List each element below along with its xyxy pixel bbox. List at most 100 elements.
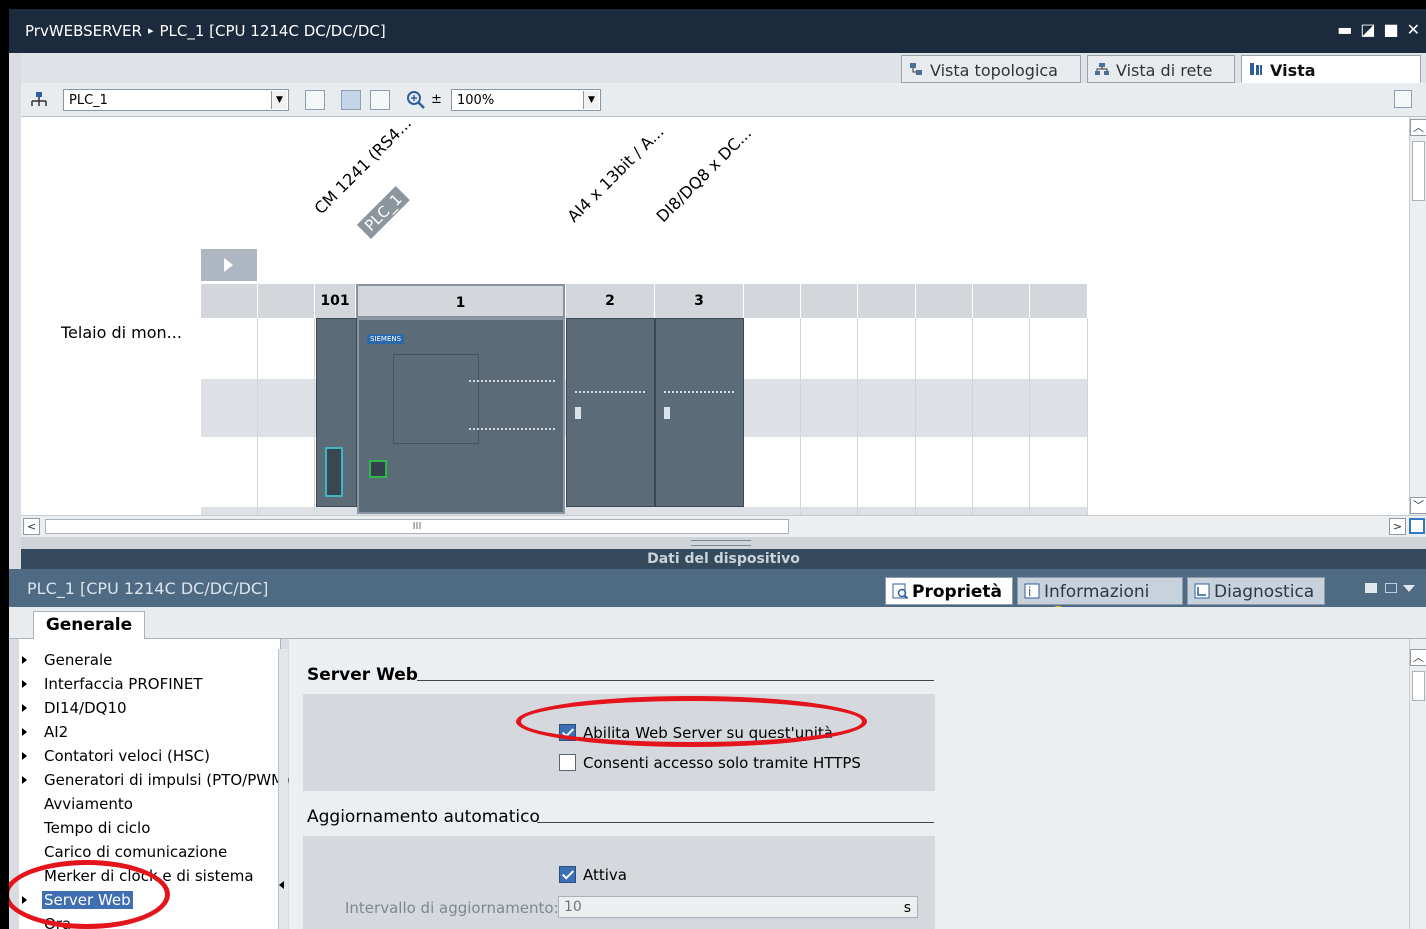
tab-topology-view[interactable]: Vista topologica (901, 55, 1081, 83)
expand-arrow-icon[interactable] (22, 680, 27, 688)
close-button[interactable]: ✕ (1407, 20, 1420, 39)
update-interval-value: 10 (564, 899, 582, 915)
scroll-up-icon[interactable]: ︿ (1410, 649, 1426, 666)
scroll-thumb[interactable]: III (45, 519, 789, 534)
highlight-ring-server-web-nav (9, 860, 170, 929)
section-divider (417, 680, 934, 681)
show-tags-icon[interactable] (341, 90, 361, 110)
rack-slot-header-3: 3 (655, 284, 744, 318)
sm1231-ai4-module[interactable] (566, 318, 655, 507)
rack-slot-header (858, 284, 916, 318)
tia-portal-window: PrvWEBSERVER ▸ PLC_1 [CPU 1214C DC/DC/DC] … (9, 9, 1426, 929)
auto-update-active-label[interactable]: Attiva (583, 866, 627, 884)
scroll-left-icon[interactable]: < (23, 518, 40, 535)
zoom-select[interactable]: 100% ▼ (451, 89, 601, 111)
rack-slot[interactable] (744, 318, 801, 515)
tab-general[interactable]: Generale (33, 611, 145, 639)
ethernet-port-icon (369, 460, 387, 478)
properties-vertical-scrollbar[interactable]: ︿ (1409, 639, 1426, 929)
splitter-grip[interactable] (691, 540, 751, 546)
https-only-label[interactable]: Consenti accesso solo tramite HTTPS (583, 754, 861, 772)
panel-splitter[interactable] (21, 537, 1426, 549)
update-interval-label: Intervallo di aggiornamento: (345, 899, 559, 917)
scroll-thumb[interactable] (1412, 671, 1425, 701)
https-only-checkbox[interactable] (559, 754, 576, 771)
rack-slot[interactable] (1030, 318, 1088, 515)
expand-arrow-icon[interactable] (22, 776, 27, 784)
update-interval-unit: s (903, 900, 911, 916)
serial-port-icon (325, 447, 343, 497)
float-button[interactable]: ◪ (1360, 20, 1375, 39)
maximize-button[interactable]: ■ (1383, 20, 1398, 39)
tab-device-view[interactable]: Vista dispositivi (1241, 55, 1421, 99)
nav-tree-scrollbar[interactable] (278, 649, 288, 929)
tab-properties[interactable]: Proprietà (885, 577, 1013, 605)
rack-slot[interactable] (916, 318, 973, 515)
rack-slot-header (744, 284, 801, 318)
plc-name-tag[interactable]: PLC_1 (356, 186, 410, 239)
rack-label: Telaio di mon... (61, 323, 182, 342)
float-panel-icon[interactable] (1365, 583, 1377, 593)
module-titles-icon[interactable] (305, 90, 325, 110)
rack-slot-header (1030, 284, 1088, 318)
zoom-step-icon[interactable]: ± (431, 92, 442, 107)
rack-slot[interactable] (201, 318, 258, 515)
rack-slot-header (258, 284, 315, 318)
rack-slot-header (973, 284, 1030, 318)
rack-slot[interactable] (258, 318, 315, 515)
device-data-bar[interactable]: Dati del dispositivo (21, 549, 1426, 569)
window-title: PrvWEBSERVER ▸ PLC_1 [CPU 1214C DC/DC/DC] (25, 22, 386, 40)
scroll-down-icon[interactable]: ﹀ (1410, 497, 1426, 514)
device-select[interactable]: PLC_1 ▼ (63, 89, 289, 111)
expand-arrow-icon[interactable] (22, 728, 27, 736)
tab-label: Vista topologica (930, 61, 1058, 80)
grid-icon[interactable] (370, 90, 390, 110)
module-label-di8dq8[interactable]: DI8/DQ8 x DC... (653, 123, 756, 226)
canvas-vertical-scrollbar[interactable]: ︿ ﹀ (1409, 117, 1426, 515)
expand-arrow-icon[interactable] (22, 656, 27, 664)
collapse-nav-icon[interactable] (279, 881, 284, 889)
zoom-select-value: 100% (457, 93, 495, 108)
device-select-value: PLC_1 (69, 93, 108, 108)
expand-arrow-icon[interactable] (22, 704, 27, 712)
diagnostics-icon (1194, 583, 1210, 599)
collapse-panel-icon[interactable] (1403, 585, 1415, 592)
canvas-horizontal-scrollbar[interactable]: < III > (21, 515, 1426, 537)
tab-diagnostics[interactable]: Diagnostica (1187, 577, 1325, 605)
cm1241-module[interactable] (316, 318, 357, 507)
rack-slot[interactable] (858, 318, 916, 515)
io-leds (575, 391, 645, 394)
zoom-icon[interactable] (406, 90, 428, 110)
fit-view-icon[interactable] (1409, 518, 1425, 534)
device-canvas[interactable]: CM 1241 (RS4... PLC_1 AI4 x 13bit / A...… (21, 113, 1409, 515)
rack-slot-header (801, 284, 858, 318)
update-interval-input[interactable]: 10 s (558, 896, 918, 918)
chevron-down-icon[interactable]: ▼ (271, 91, 287, 109)
auto-update-active-checkbox[interactable] (559, 866, 576, 883)
svg-text:i: i (1028, 585, 1031, 599)
chevron-down-icon[interactable]: ▼ (583, 91, 599, 109)
title-bar: PrvWEBSERVER ▸ PLC_1 [CPU 1214C DC/DC/DC] … (9, 9, 1426, 53)
rack-slot-header-101: 101 (315, 284, 356, 318)
tab-network-view[interactable]: Vista di rete (1087, 55, 1235, 83)
tab-info[interactable]: i Informazioni i (1017, 577, 1183, 622)
module-label-ai4[interactable]: AI4 x 13bit / A... (564, 122, 668, 226)
scroll-right-icon[interactable]: > (1389, 518, 1406, 535)
scroll-up-icon[interactable]: ︿ (1410, 119, 1426, 136)
sm1223-di8dq8-module[interactable] (655, 318, 744, 507)
section-divider (537, 822, 934, 823)
scroll-grip: III (412, 521, 422, 532)
network-overview-icon[interactable] (29, 91, 49, 109)
device-view-icon (1250, 63, 1262, 75)
expand-rack-button[interactable] (201, 249, 257, 281)
minimize-button[interactable]: ▬ (1337, 20, 1352, 39)
expand-arrow-icon[interactable] (22, 752, 27, 760)
rack-slot[interactable] (801, 318, 858, 515)
rack-slot[interactable] (973, 318, 1030, 515)
cpu-1214c-module[interactable]: SIEMENS (357, 318, 565, 514)
io-leds (469, 380, 555, 383)
maximize-panel-icon[interactable] (1385, 583, 1397, 593)
scroll-thumb[interactable] (1412, 141, 1425, 201)
tab-label: Diagnostica (1214, 582, 1315, 602)
overview-panel-icon[interactable] (1394, 90, 1412, 108)
